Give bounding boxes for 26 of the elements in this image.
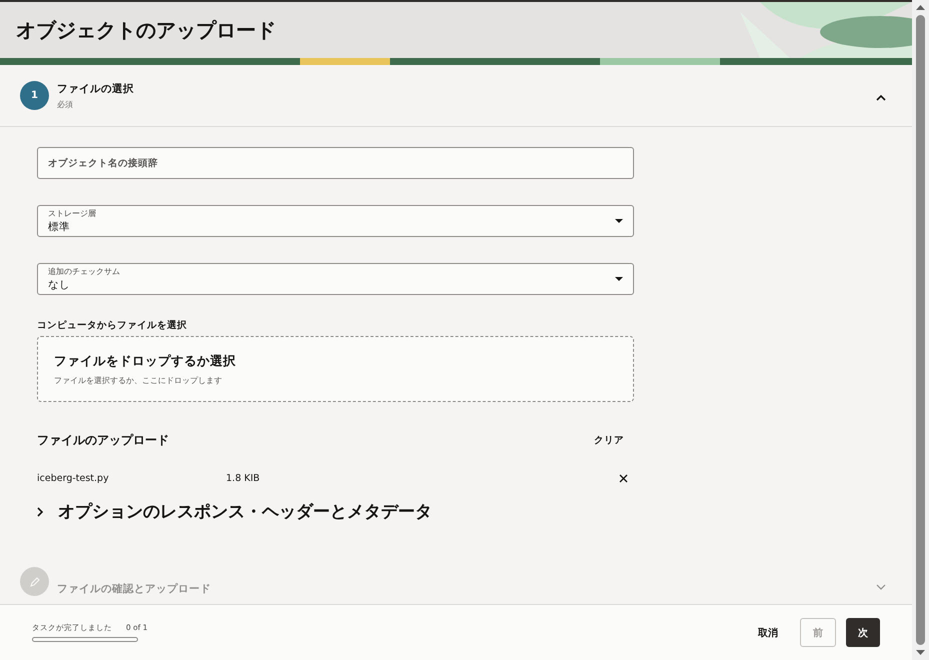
next-button[interactable]: 次 <box>846 618 880 647</box>
chevron-right-icon[interactable] <box>37 506 44 516</box>
drop-title: ファイルをドロップするか選択 <box>54 353 237 370</box>
drop-hint: ファイルを選択するか、ここにドロップします <box>54 375 223 386</box>
prefix-field[interactable]: オブジェクト名の接頭辞 <box>37 147 634 179</box>
page-title: オブジェクトのアップロード <box>16 17 276 44</box>
dropdown-icon <box>615 276 623 282</box>
step-number: 1 <box>20 81 49 110</box>
file-size: 1.8 KIB <box>226 473 261 484</box>
select-field[interactable]: ストレージ層 標準 <box>37 205 634 237</box>
section-title: オプションのレスポンス・ヘッダーとメタデータ <box>58 501 432 523</box>
pencil-icon <box>20 567 49 596</box>
dropdown-icon <box>615 218 623 224</box>
select-field[interactable]: 追加のチェックサム なし <box>37 263 634 295</box>
step-subtitle: 必須 <box>57 98 74 110</box>
file-name: iceberg-test.py <box>37 473 110 484</box>
step-title: ファイルの選択 <box>57 82 135 96</box>
field-label: コンピュータからファイルを選択 <box>37 319 188 332</box>
drop-zone[interactable]: ファイルをドロップするか選択 ファイルを選択するか、ここにドロップします <box>37 336 634 402</box>
clear-button[interactable]: クリア <box>584 432 634 449</box>
scroll-up-icon[interactable] <box>916 4 925 11</box>
scrollbar[interactable] <box>912 0 929 660</box>
section-title: ファイルのアップロード <box>37 432 169 449</box>
scroll-down-icon[interactable] <box>916 649 925 656</box>
step-title: ファイルの確認とアップロード <box>57 582 212 596</box>
cancel-button[interactable]: 取消 <box>746 618 790 647</box>
